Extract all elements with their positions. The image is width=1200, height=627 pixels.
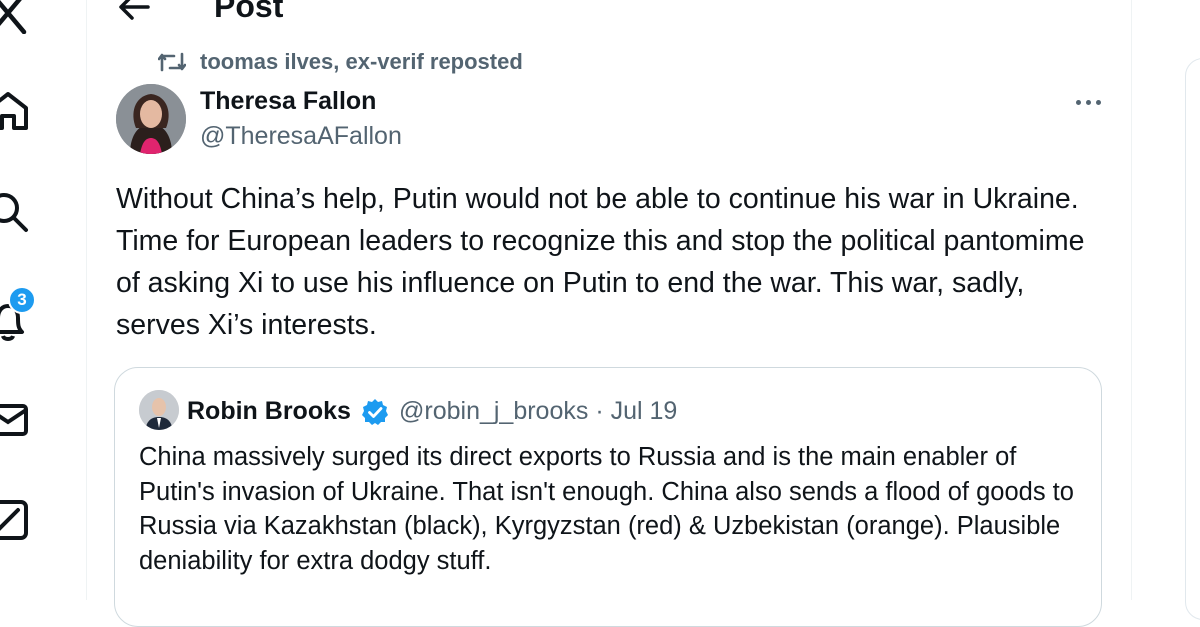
back-arrow-icon[interactable] [116, 0, 152, 22]
home-icon[interactable] [0, 88, 30, 132]
messages-icon[interactable] [0, 398, 30, 442]
sidebar-nav: 3 [0, 0, 86, 600]
quote-author-name: Robin Brooks [187, 397, 351, 425]
quote-avatar [139, 390, 179, 430]
post-text: Without China’s help, Putin would not be… [116, 183, 1085, 341]
compose-icon[interactable] [0, 498, 30, 542]
x-logo-icon[interactable] [0, 0, 30, 35]
column-divider-right [1131, 0, 1132, 600]
verified-badge-icon [361, 398, 389, 426]
author-handle[interactable]: @TheresaAFallon [200, 121, 402, 151]
page-title: Post [214, 0, 284, 24]
quote-text: China massively surged its direct export… [139, 443, 1074, 575]
quote-handle-date: @robin_j_brooks · Jul 19 [399, 397, 678, 425]
reposted-by-label[interactable]: toomas ilves, ex-verif reposted [200, 49, 523, 75]
repost-icon [157, 50, 187, 74]
column-divider-left [86, 0, 87, 600]
search-icon[interactable] [0, 190, 30, 234]
quoted-post[interactable]: Robin Brooks @robin_j_brooks · Jul 19 Ch… [114, 367, 1102, 627]
more-icon[interactable] [1068, 90, 1108, 114]
author-name[interactable]: Theresa Fallon [200, 86, 376, 116]
avatar[interactable] [116, 84, 186, 154]
notifications-badge: 3 [8, 286, 36, 314]
sidebar-right-card [1185, 58, 1200, 620]
